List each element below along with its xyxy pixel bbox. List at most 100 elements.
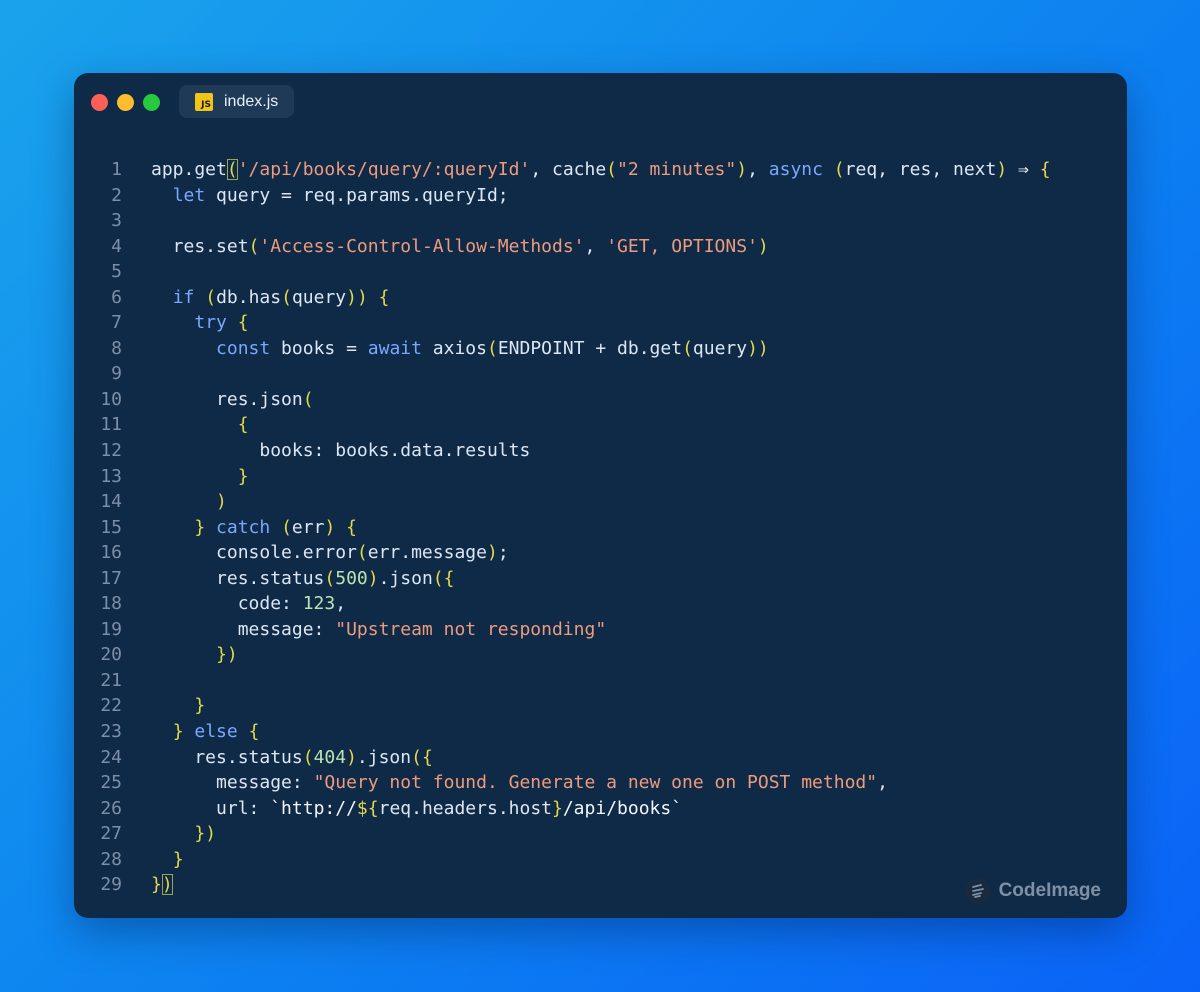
line-number: 24 [100, 746, 122, 768]
code-token: catch [216, 516, 271, 538]
code-text: res.set('Access-Control-Allow-Methods', … [151, 234, 769, 260]
code-token: db.has [216, 286, 282, 308]
code-line: 7 try { [74, 310, 1127, 336]
code-token: ) [996, 159, 1008, 180]
code-line: 8 const books = await axios(ENDPOINT + d… [74, 336, 1127, 362]
code-line: 11 { [74, 412, 1127, 438]
line-number: 4 [111, 235, 122, 257]
code-text: if (db.has(query)) { [151, 285, 390, 311]
codeimage-logo-icon [964, 878, 991, 904]
code-line: 1 app.get('/api/books/query/:queryId', ca… [74, 157, 1127, 183]
code-line: 10 res.json( [74, 387, 1127, 413]
code-token: res.status [151, 746, 303, 768]
line-number: 13 [100, 465, 122, 487]
line-number: 12 [100, 440, 122, 462]
line-number: 17 [100, 567, 122, 589]
code-token: , [584, 235, 607, 257]
code-token: ) [757, 235, 769, 257]
code-line: 26 url: `http://${req.headers.host}/api/… [74, 796, 1127, 822]
code-token: ENDPOINT + db.get [497, 337, 683, 359]
code-token: , [335, 593, 347, 615]
close-window-button[interactable] [91, 94, 108, 111]
line-number: 26 [100, 797, 122, 819]
code-text: } else { [151, 719, 260, 745]
code-text: } [151, 847, 184, 873]
code-token: books: books.data.results [151, 440, 531, 462]
code-line: 24 res.status(404).json({ [74, 745, 1127, 771]
code-token: ) [216, 491, 227, 513]
code-token: ( [281, 286, 292, 308]
code-token: req.headers.host [378, 797, 552, 819]
code-token: ( [606, 159, 618, 180]
code-text: message: "Upstream not responding" [151, 617, 606, 643]
code-window: JS index.js 1 app.get('/api/books/query/:… [74, 73, 1127, 918]
code-token: 500 [335, 567, 368, 589]
watermark: CodeImage [964, 878, 1101, 904]
code-token: const [216, 337, 271, 359]
code-token: } [151, 874, 162, 896]
code-line: 13 } [74, 464, 1127, 490]
code-editor[interactable]: 1 app.get('/api/books/query/:queryId', ca… [74, 157, 1127, 898]
code-token: 'Access-Control-Allow-Methods' [259, 235, 585, 257]
code-token: ({ [411, 746, 433, 768]
code-token: res.set [151, 235, 249, 257]
code-token: , [877, 772, 888, 794]
code-text: res.json( [151, 387, 314, 413]
code-text: }) [151, 642, 238, 668]
code-token: 404 [313, 746, 347, 768]
traffic-lights [91, 94, 160, 111]
code-token: ( [682, 337, 693, 359]
code-token: query [291, 286, 347, 308]
file-tab[interactable]: JS index.js [179, 85, 295, 118]
code-token: )) [747, 337, 769, 359]
code-token: query [692, 337, 748, 359]
code-text: } catch (err) { [151, 515, 357, 541]
code-text: } [151, 464, 249, 490]
code-line: 15 } catch (err) { [74, 515, 1127, 541]
code-text: books: books.data.results [151, 438, 530, 464]
code-text: message: "Query not found. Generate a ne… [151, 770, 888, 796]
code-token: .json [356, 746, 412, 768]
code-token: ) [736, 159, 748, 180]
code-text: console.error(err.message); [151, 540, 509, 566]
code-token: { [1039, 159, 1051, 180]
code-text: ) [151, 489, 227, 515]
code-token: let [172, 184, 206, 206]
code-text: { [151, 412, 249, 438]
code-token: ( [486, 337, 498, 359]
code-token: .json [378, 567, 433, 589]
code-token: }) [216, 644, 238, 666]
line-number: 18 [100, 593, 122, 615]
code-token: ( [324, 567, 336, 589]
line-number: 23 [100, 721, 122, 743]
minimize-window-button[interactable] [117, 94, 134, 111]
code-token: , [747, 159, 769, 180]
line-number: 28 [100, 848, 122, 870]
code-token: } [194, 516, 206, 538]
code-line: 3 [74, 208, 1127, 234]
code-line: 21 [74, 668, 1127, 694]
line-number: 21 [100, 669, 122, 691]
code-token: } [237, 465, 249, 487]
file-tab-label: index.js [224, 92, 279, 110]
code-text: app.get('/api/books/query/:queryId', cac… [151, 157, 1051, 183]
code-line: 19 message: "Upstream not responding" [74, 617, 1127, 643]
code-line: 16 console.error(err.message); [74, 540, 1127, 566]
code-token: { [248, 721, 260, 743]
code-token: } [194, 695, 206, 717]
line-number: 19 [100, 618, 122, 640]
code-token: code: [151, 593, 303, 615]
maximize-window-button[interactable] [143, 94, 160, 111]
code-line: 14 ) [74, 489, 1127, 515]
code-token: ⇒ [1018, 159, 1029, 180]
code-token: } [172, 721, 184, 743]
code-token: ) [161, 874, 173, 896]
code-token: message: [151, 772, 314, 794]
